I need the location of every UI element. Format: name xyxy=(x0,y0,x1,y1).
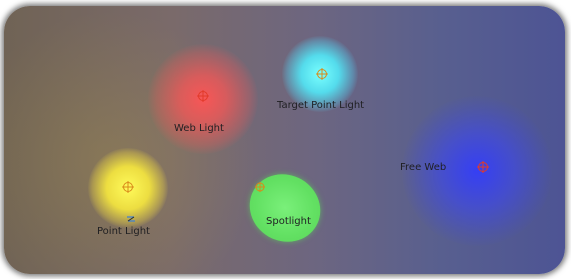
web-light-crosshair-icon[interactable] xyxy=(197,90,209,102)
web-light-label: Web Light xyxy=(174,123,224,134)
target-point-light-crosshair-icon[interactable] xyxy=(316,68,328,80)
free-web-label: Free Web xyxy=(400,162,447,173)
spotlight-label: Spotlight xyxy=(266,216,311,227)
free-web-crosshair-icon[interactable] xyxy=(477,161,489,173)
spotlight-cone[interactable] xyxy=(237,161,333,255)
light-direction-icon[interactable] xyxy=(126,208,136,222)
point-light-crosshair-icon[interactable] xyxy=(122,181,134,193)
viewport-frame: Web Light Target Point Light Point Light… xyxy=(4,6,565,274)
target-point-light-label: Target Point Light xyxy=(277,100,365,111)
point-light-label: Point Light xyxy=(97,226,150,237)
spotlight-crosshair-icon[interactable] xyxy=(254,181,266,193)
